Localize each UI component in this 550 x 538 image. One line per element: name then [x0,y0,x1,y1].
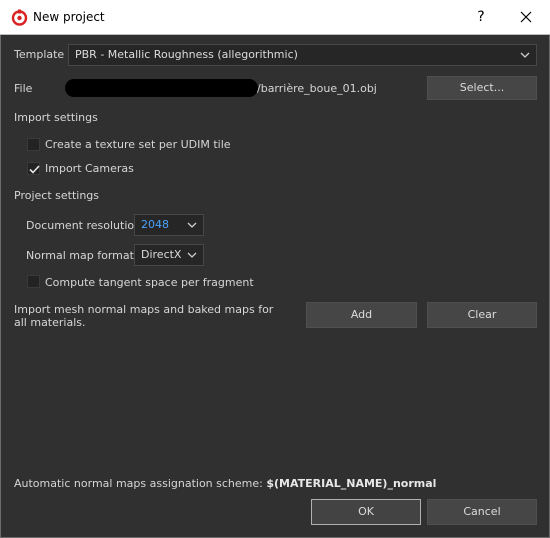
close-icon [520,11,532,23]
import-cameras-checkbox[interactable] [27,162,40,175]
template-dropdown[interactable]: PBR - Metallic Roughness (allegorithmic) [68,44,537,66]
redacted-path [65,79,258,97]
window-border-left [0,35,1,538]
file-path: /barrière_boue_01.obj [257,82,377,95]
normal-format-dropdown[interactable]: DirectX [134,244,204,266]
normal-format-label: Normal map format [26,249,134,262]
help-button[interactable]: ? [466,4,496,30]
ok-button[interactable]: OK [311,499,421,525]
window-title: New project [33,10,105,24]
file-label: File [14,82,33,95]
resolution-value: 2048 [141,218,169,231]
tangent-label: Compute tangent space per fragment [45,276,254,289]
checkmark-icon [29,165,40,174]
udim-checkbox[interactable] [27,138,40,151]
udim-label: Create a texture set per UDIM tile [45,138,231,151]
template-value: PBR - Metallic Roughness (allegorithmic) [75,48,298,61]
scheme-row: Automatic normal maps assignation scheme… [14,477,436,490]
cancel-button[interactable]: Cancel [427,499,537,525]
tangent-checkbox[interactable] [27,275,40,288]
scheme-label: Automatic normal maps assignation scheme… [14,477,263,490]
template-label: Template [14,48,65,61]
title-bar: New project ? [0,0,550,35]
select-file-button[interactable]: Select... [427,76,537,100]
add-button[interactable]: Add [306,302,417,328]
close-button[interactable] [511,4,541,30]
import-settings-heading: Import settings [14,111,98,124]
chevron-down-icon [187,245,197,265]
chevron-down-icon [520,45,530,65]
project-settings-heading: Project settings [14,189,99,202]
resolution-label: Document resolution [26,219,142,232]
substance-painter-icon [11,9,28,26]
import-cameras-label: Import Cameras [45,162,134,175]
clear-button[interactable]: Clear [427,302,537,328]
scheme-value: $(MATERIAL_NAME)_normal [266,477,437,490]
chevron-down-icon [187,215,197,235]
baked-maps-description: Import mesh normal maps and baked maps f… [14,303,274,329]
resolution-dropdown[interactable]: 2048 [134,214,204,236]
normal-format-value: DirectX [141,248,182,261]
